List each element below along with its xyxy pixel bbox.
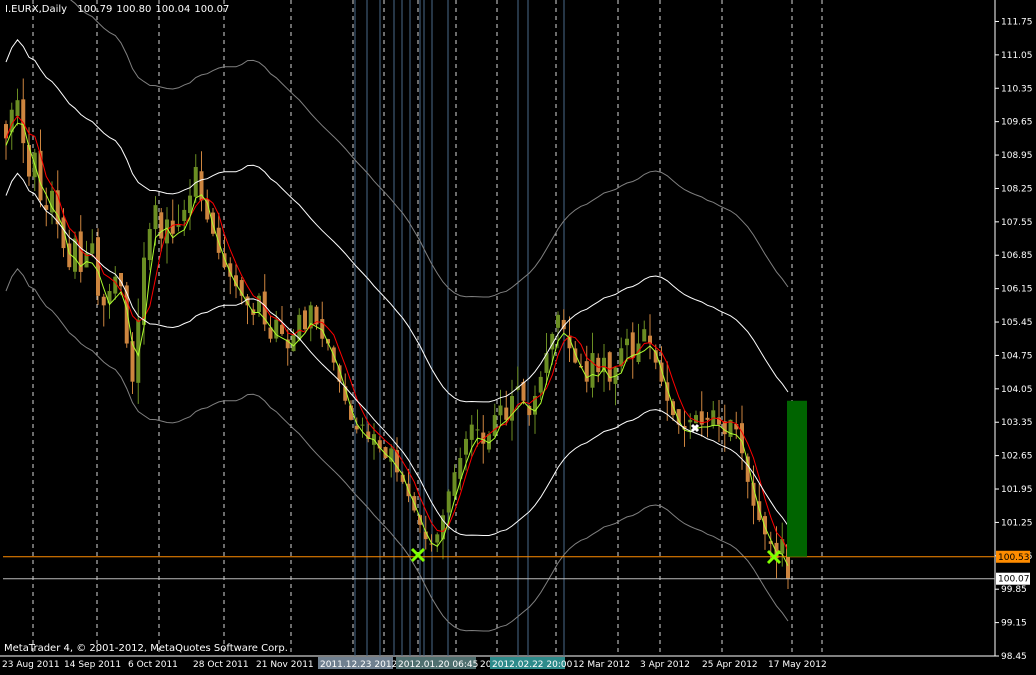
x-tick-label: 3 Apr 2012 — [640, 660, 690, 670]
ohlc-low: 100.04 — [155, 4, 191, 15]
ohlc-high: 100.80 — [116, 4, 152, 15]
candle-body — [297, 314, 302, 340]
candle-body — [734, 424, 739, 430]
candle-body — [216, 227, 221, 253]
fast-ma-line — [5, 115, 789, 552]
candle-body — [722, 421, 727, 435]
candle-body — [688, 419, 693, 423]
x-tick-label: 21 Nov 2011 — [256, 660, 314, 670]
candle-body — [27, 144, 31, 177]
y-tick-label: 111.05 — [1001, 51, 1033, 61]
y-tick-label: 98.45 — [1001, 652, 1027, 662]
time-label: 2012.02.22 20:00 — [492, 660, 573, 670]
y-tick-label: 106.15 — [1001, 285, 1033, 295]
candle-body — [159, 212, 164, 239]
candle-body — [630, 332, 635, 358]
y-tick-label: 108.95 — [1001, 151, 1033, 161]
x-tick-label: 14 Sep 2011 — [64, 660, 121, 670]
symbol-label: I.EURX,Daily — [5, 4, 68, 15]
time-label: 20 — [480, 660, 492, 670]
y-tick-label: 102.65 — [1001, 452, 1033, 462]
candle-body — [521, 381, 526, 401]
price-chart[interactable]: 111.75 111.05 110.35 109.65 108.95 108.25 107.… — [0, 0, 1036, 675]
y-tick-label: 111.75 — [1001, 17, 1033, 27]
candle-body — [504, 407, 509, 420]
candle-body — [389, 448, 394, 462]
candle-body — [303, 310, 307, 330]
candle-body — [182, 209, 187, 222]
y-tick-label: 104.75 — [1001, 351, 1033, 361]
x-tick-label: 12 Mar 2012 — [573, 660, 630, 670]
y-tick-label: 107.55 — [1001, 218, 1033, 228]
candle-body — [280, 324, 284, 334]
candle-body — [596, 357, 601, 373]
candle-body — [15, 100, 20, 117]
candle-body — [556, 314, 560, 328]
candle-body — [147, 229, 152, 261]
candle-body — [452, 472, 457, 496]
candle-body — [498, 405, 503, 416]
candle-body — [538, 376, 543, 393]
y-tick-label: 99.85 — [1001, 585, 1027, 595]
candle-body — [170, 220, 175, 234]
y-tick-label: 101.95 — [1001, 485, 1033, 495]
candle-body — [475, 429, 480, 431]
candle-body — [101, 296, 106, 306]
time-label: 2012.01.20 06:45 — [398, 660, 478, 670]
chart-header: I.EURX,Daily 100.79 100.80 100.04 100.07 — [5, 4, 233, 15]
candle-body — [763, 516, 767, 535]
y-tick-label: 99.15 — [1001, 619, 1027, 629]
candle-body — [625, 338, 629, 346]
y-tick-label: 105.45 — [1001, 318, 1033, 328]
x-tick-label: 6 Oct 2011 — [128, 660, 178, 670]
bid-price-tag: 100.07 — [998, 575, 1030, 585]
candle-body — [590, 353, 595, 388]
slow-ma-line — [5, 122, 789, 567]
y-tick-label: 104.05 — [1001, 385, 1033, 395]
y-tick-label: 110.35 — [1001, 84, 1033, 94]
y-tick-label: 106.85 — [1001, 251, 1033, 261]
candle-body — [492, 415, 497, 436]
ohlc-close: 100.07 — [194, 4, 230, 15]
candle-body — [705, 417, 710, 420]
candle-body — [435, 534, 440, 543]
candle-body — [96, 237, 100, 296]
candle-body — [469, 424, 474, 440]
level-price-tag: 100.53 — [998, 553, 1030, 563]
time-label: 2011.12.23 2012 — [320, 660, 397, 670]
target-box — [787, 400, 807, 557]
copyright-text: MetaTrader 4, © 2001-2012, MetaQuotes So… — [4, 643, 288, 654]
candle-body — [446, 491, 451, 513]
y-tick-label: 103.35 — [1001, 418, 1033, 428]
candle-body — [360, 424, 365, 426]
candle-body — [291, 333, 296, 352]
candle-body — [136, 319, 141, 383]
x-tick-label: 25 Apr 2012 — [702, 660, 758, 670]
x-tick-label: 28 Oct 2011 — [193, 660, 249, 670]
candle-body — [694, 415, 698, 424]
ohlc-open: 100.79 — [77, 4, 113, 15]
outer-upper-band-line — [70, 0, 789, 298]
candle-body — [90, 243, 95, 254]
upper-band-line — [5, 38, 789, 403]
y-tick-label: 108.25 — [1001, 184, 1033, 194]
candle-body — [584, 361, 589, 382]
x-tick-label: 23 Aug 2011 — [2, 660, 60, 670]
candle-body — [188, 195, 192, 213]
candle-body — [153, 205, 158, 230]
x-tick-label: 17 May 2012 — [768, 660, 827, 670]
candle-body — [464, 438, 468, 455]
y-tick-label: 101.25 — [1001, 518, 1033, 528]
candle-body — [642, 329, 647, 342]
y-tick-label: 109.65 — [1001, 118, 1033, 128]
candle-body — [740, 423, 744, 454]
